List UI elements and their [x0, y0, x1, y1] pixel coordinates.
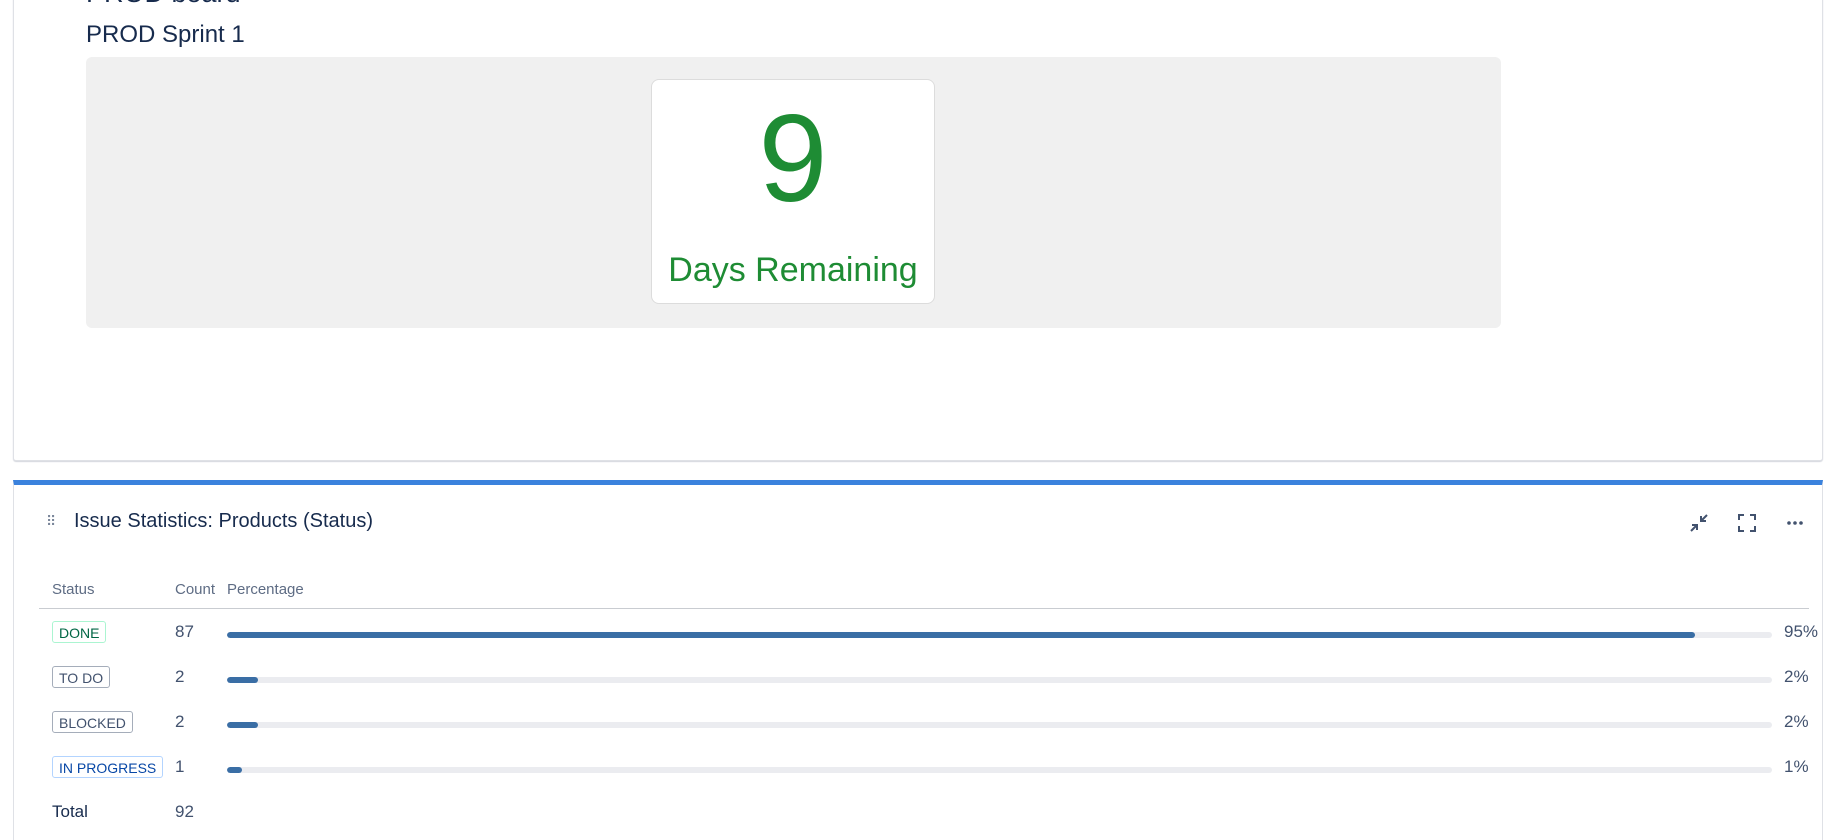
total-count[interactable]: 92	[175, 802, 194, 822]
count-value[interactable]: 1	[175, 757, 184, 777]
issue-statistics-gadget: ⠿ Issue Statistics: Products (Status) St…	[13, 480, 1823, 840]
table-row: TO DO 2 2%	[39, 654, 1809, 699]
percentage-bar-fill	[227, 722, 258, 728]
count-value[interactable]: 87	[175, 622, 194, 642]
status-lozenge[interactable]: BLOCKED	[52, 711, 133, 733]
percentage-value: 2%	[1784, 667, 1809, 686]
header-status: Status	[52, 581, 95, 598]
table-header: Status Count Percentage	[39, 577, 1809, 609]
issue-statistics-table: Status Count Percentage DONE 87 95% TO D…	[39, 577, 1818, 834]
gadget-title: Issue Statistics: Products (Status)	[74, 510, 373, 532]
percentage-value: 95%	[1784, 622, 1819, 641]
status-lozenge[interactable]: IN PROGRESS	[52, 756, 164, 778]
status-lozenge[interactable]: DONE	[52, 621, 107, 643]
percentage-bar	[227, 677, 1772, 683]
days-remaining-card: 9 Days Remaining	[651, 79, 935, 304]
total-row: Total 92	[39, 789, 1809, 834]
board-title: PROD board	[86, 0, 241, 9]
table-row: DONE 87 95%	[39, 609, 1818, 654]
days-remaining-panel: 9 Days Remaining	[86, 57, 1501, 328]
total-label: Total	[52, 802, 88, 821]
percentage-bar-fill	[227, 677, 258, 683]
percentage-value: 2%	[1784, 712, 1809, 731]
percentage-bar-fill	[227, 632, 1695, 638]
count-value[interactable]: 2	[175, 667, 184, 687]
fullscreen-icon	[1738, 514, 1756, 532]
fullscreen-button[interactable]	[1732, 508, 1762, 538]
gadget-actions	[1684, 508, 1810, 538]
more-icon	[1787, 521, 1803, 525]
percentage-bar-fill	[227, 767, 243, 773]
table-row: BLOCKED 2 2%	[39, 699, 1809, 744]
status-lozenge[interactable]: TO DO	[52, 666, 111, 688]
percentage-bar	[227, 632, 1772, 638]
header-count: Count	[175, 581, 216, 598]
drag-handle-icon[interactable]: ⠿	[46, 513, 56, 530]
sprint-title: PROD Sprint 1	[86, 21, 245, 48]
percentage-value: 1%	[1784, 757, 1809, 776]
days-remaining-number: 9	[758, 90, 828, 228]
sprint-days-gadget: PROD board PROD Sprint 1 9 Days Remainin…	[13, 0, 1823, 461]
percentage-bar	[227, 722, 1772, 728]
count-value[interactable]: 2	[175, 712, 184, 732]
days-remaining-label: Days Remaining	[668, 251, 918, 289]
minimize-button[interactable]	[1684, 508, 1714, 538]
more-actions-button[interactable]	[1780, 508, 1810, 538]
percentage-bar	[227, 767, 1772, 773]
header-percentage: Percentage	[227, 581, 304, 598]
table-row: IN PROGRESS 1 1%	[39, 744, 1809, 789]
minimize-icon	[1690, 514, 1708, 532]
